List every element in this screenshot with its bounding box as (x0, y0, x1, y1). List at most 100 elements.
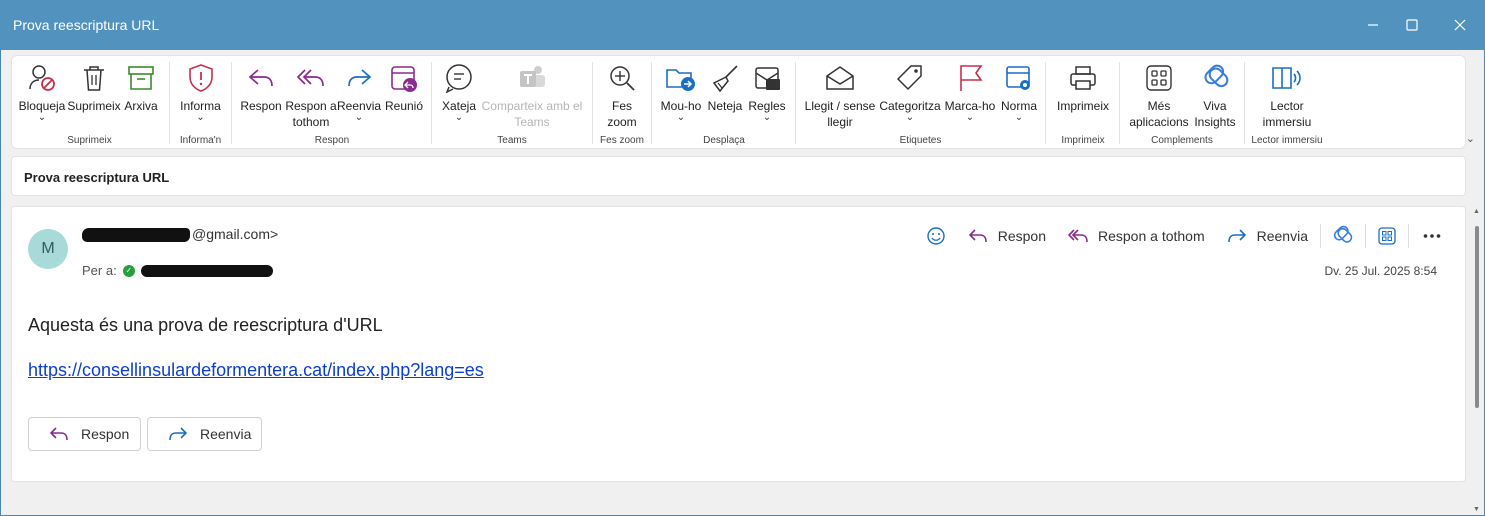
chevron-down-icon: ⌄ (196, 112, 205, 123)
immersive-reader-icon (1272, 67, 1301, 89)
emoji-reaction-button[interactable] (926, 226, 946, 246)
immersive-reader-label-1: Lector (1270, 99, 1304, 113)
redacted-sender-name (82, 228, 190, 243)
bottom-forward-label: Reenvia (200, 426, 252, 442)
scroll-down-icon[interactable]: ▼ (1473, 506, 1480, 513)
bottom-reply-label: Respon (81, 426, 130, 442)
sweep-button[interactable]: Neteja (706, 62, 744, 114)
chevron-down-icon: ⌄ (762, 112, 772, 123)
bottom-forward-button[interactable]: Reenvia (147, 417, 262, 451)
sender-avatar[interactable]: M (28, 229, 68, 269)
flag-button[interactable]: Marca-ho ⌄ (944, 62, 996, 126)
recipient-line: Per a: ✓ (82, 263, 273, 278)
move-button[interactable]: Mou-ho ⌄ (658, 62, 704, 126)
chat-label: Xateja (441, 99, 477, 113)
more-apps-label-1: Més (1147, 99, 1171, 113)
chat-button[interactable]: Xateja ⌄ (438, 62, 480, 126)
group-divider (231, 62, 232, 144)
immersive-reader-label-2: immersiu (1262, 115, 1312, 129)
group-label-respon: Respon (314, 135, 350, 146)
block-button[interactable]: Bloqueja ⌄ (16, 62, 68, 126)
trash-icon (84, 66, 104, 91)
group-divider (431, 62, 432, 144)
reply-action-label: Respon (997, 228, 1046, 244)
ribbon-expand-chevron-icon[interactable]: ⌄ (1466, 132, 1475, 145)
verified-check-icon: ✓ (122, 264, 135, 277)
categorize-button[interactable]: Categoritza ⌄ (878, 62, 942, 126)
group-respon: Respon Respon a tothom Reenvia ⌄ Reunió … (234, 56, 430, 148)
group-label-lector: Lector immersiu (1251, 135, 1323, 146)
message-pane: M @gmail.com> Per a: ✓ Respon Respon a t… (11, 206, 1466, 482)
archive-button[interactable]: Arxiva (122, 62, 160, 114)
close-button[interactable] (1445, 10, 1475, 40)
viva-insights-label-2: Insights (1194, 115, 1236, 129)
group-divider (169, 62, 170, 144)
viva-insights-action[interactable] (1331, 225, 1353, 247)
immersive-reader-button[interactable]: Lector immersiu (1257, 62, 1317, 130)
message-subject: Prova reescriptura URL (24, 170, 170, 185)
group-label-complements: Complements (1151, 135, 1213, 146)
zoom-button[interactable]: Fes zoom (599, 62, 645, 130)
teams-icon (520, 66, 545, 87)
broom-icon (712, 65, 738, 93)
close-icon (1454, 19, 1466, 31)
minimize-button[interactable] (1358, 10, 1388, 40)
zoom-label-2: zoom (607, 115, 637, 129)
group-teams: Xateja ⌄ Comparteix amb el Teams Teams (434, 56, 590, 148)
reply-all-action[interactable]: Respon a tothom (1068, 228, 1205, 244)
viva-insights-button[interactable]: Viva Insights (1192, 62, 1238, 130)
message-link[interactable]: https://consellinsulardeformentera.cat/i… (28, 360, 484, 381)
archive-icon (128, 66, 154, 90)
policy-button[interactable]: Norma ⌄ (998, 62, 1040, 126)
share-teams-button[interactable]: Comparteix amb el Teams (480, 62, 584, 130)
maximize-button[interactable] (1397, 10, 1427, 40)
client-area: Bloqueja ⌄ Suprimeix Arxiva Suprimeix In… (1, 50, 1484, 515)
chevron-down-icon: ⌄ (905, 112, 915, 123)
message-body-text: Aquesta és una prova de reescriptura d'U… (28, 315, 383, 335)
group-label-etiquetes: Etiquetes (899, 135, 942, 146)
ribbon: Bloqueja ⌄ Suprimeix Arxiva Suprimeix In… (11, 55, 1475, 149)
block-label: Bloqueja (18, 99, 66, 113)
delete-button[interactable]: Suprimeix (66, 62, 122, 114)
forward-action[interactable]: Reenvia (1227, 228, 1308, 244)
vertical-scrollbar[interactable]: ▲ ▼ (1473, 208, 1481, 513)
policy-icon (1006, 66, 1030, 90)
group-imprimeix: Imprimeix Imprimeix (1048, 56, 1118, 148)
reply-icon (49, 427, 68, 441)
sender-address[interactable]: @gmail.com> (82, 226, 278, 243)
chevron-down-icon: ⌄ (354, 112, 364, 123)
forward-button[interactable]: Reenvia ⌄ (337, 62, 381, 126)
reply-button[interactable]: Respon (240, 62, 282, 114)
scrollbar-thumb[interactable] (1475, 226, 1479, 408)
more-apps-button[interactable]: Més aplicacions (1128, 62, 1190, 130)
reply-all-button[interactable]: Respon a tothom (284, 62, 338, 130)
group-divider (1045, 62, 1046, 144)
forward-label: Reenvia (337, 99, 382, 113)
move-label: Mou-ho (660, 99, 702, 113)
group-label-informan: Informa'n (179, 135, 222, 146)
reply-all-icon (296, 69, 324, 87)
rules-button[interactable]: Regles ⌄ (746, 62, 788, 126)
tag-icon (896, 65, 922, 91)
meeting-button[interactable]: Reunió (382, 62, 426, 114)
forward-action-label: Reenvia (1256, 228, 1308, 244)
read-unread-button[interactable]: Llegit / sense llegir (802, 62, 878, 130)
group-divider (1244, 62, 1245, 144)
shield-warning-icon (188, 64, 213, 92)
group-label-suprimeix: Suprimeix (67, 135, 112, 146)
bottom-reply-button[interactable]: Respon (28, 417, 141, 451)
more-actions-button[interactable] (1423, 233, 1441, 239)
print-button[interactable]: Imprimeix (1054, 62, 1112, 114)
report-button[interactable]: Informa ⌄ (174, 62, 227, 126)
move-folder-icon (666, 69, 695, 91)
reply-action[interactable]: Respon (968, 228, 1046, 244)
scroll-up-icon[interactable]: ▲ (1473, 208, 1480, 215)
printer-icon (1070, 66, 1096, 90)
action-divider (1365, 224, 1366, 248)
envelope-open-icon (826, 66, 854, 90)
group-divider (651, 62, 652, 144)
forward-icon (348, 69, 372, 87)
redacted-recipient[interactable] (140, 264, 273, 277)
chat-icon (445, 64, 472, 93)
apps-action[interactable] (1378, 227, 1396, 245)
